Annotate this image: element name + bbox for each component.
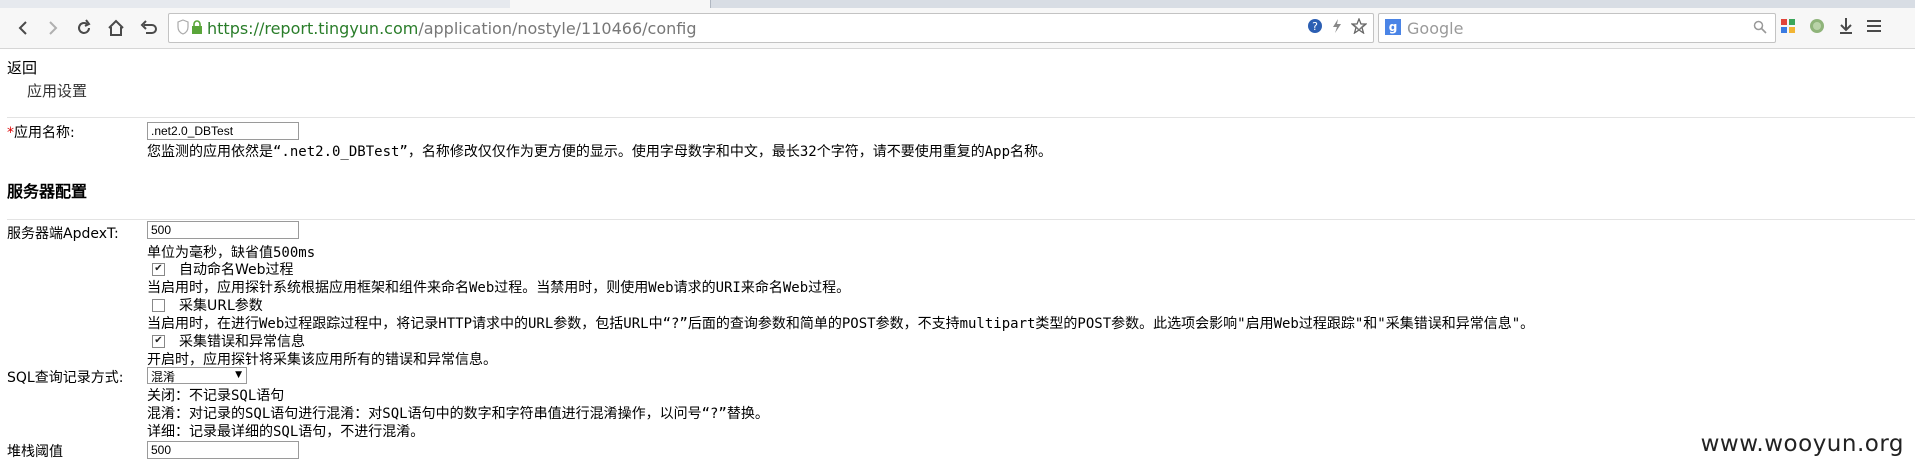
home-icon[interactable] (104, 16, 128, 40)
collect-url-help: 当启用时，在进行Web过程跟踪过程中，将记录HTTP请求中的URL参数，包括UR… (147, 316, 1535, 332)
chevron-down-icon: ▼ (235, 370, 242, 380)
sql-help-off: 关闭：不记录SQL语句 (147, 388, 285, 404)
browser-tab[interactable] (0, 0, 191, 8)
apdex-input[interactable] (147, 221, 299, 239)
search-placeholder: Google (1407, 19, 1464, 38)
apdex-label: 服务器端ApdexT: (7, 226, 119, 242)
divider (7, 219, 1915, 220)
search-bar[interactable]: g Google (1378, 13, 1776, 43)
google-icon: g (1385, 19, 1401, 35)
browser-tab-active[interactable] (510, 0, 711, 8)
app-name-help: 您监测的应用依然是“.net2.0_DBTest”，名称修改仅仅作为更方便的显示… (147, 144, 1052, 160)
back-link[interactable]: 返回 (7, 57, 37, 78)
svg-text:?: ? (1312, 20, 1318, 33)
url-text: https://report.tingyun.com/application/n… (207, 19, 697, 38)
auto-name-label: 自动命名Web过程 (179, 262, 294, 278)
shield-icon (177, 19, 189, 39)
page-title: 应用设置 (27, 82, 88, 100)
browser-tab[interactable] (190, 0, 341, 8)
download-icon[interactable] (1838, 17, 1854, 39)
search-icon[interactable] (1753, 20, 1767, 38)
collect-errors-label: 采集错误和异常信息 (179, 334, 305, 350)
auto-name-help: 当启用时，应用探针系统根据应用框架和组件来命名Web过程。当禁用时，则使用Web… (147, 280, 851, 296)
address-bar[interactable]: https://report.tingyun.com/application/n… (168, 13, 1374, 43)
navigation-bar: https://report.tingyun.com/application/n… (0, 8, 1915, 49)
browser-tab[interactable] (340, 0, 511, 8)
stack-threshold-input[interactable] (147, 441, 299, 459)
collect-url-row: 采集URL参数 (152, 295, 263, 315)
section-title-server-config: 服务器配置 (7, 182, 88, 201)
collect-url-label: 采集URL参数 (179, 298, 263, 314)
extension-circle-icon[interactable] (1808, 17, 1826, 39)
dropdown-arrow-icon[interactable] (1352, 21, 1366, 35)
watermark: www.wooyun.org (1700, 431, 1904, 457)
collect-url-checkbox[interactable] (152, 298, 165, 312)
sql-help-obfuscate: 混淆：对记录的SQL语句进行混淆：对SQL语句中的数字和字符串值进行混淆操作，以… (147, 406, 769, 422)
app-name-input[interactable] (147, 122, 299, 140)
page-content: 返回 应用设置 *应用名称: 您监测的应用依然是“.net2.0_DBTest”… (0, 49, 1915, 462)
reload-icon[interactable] (72, 16, 96, 40)
divider (7, 117, 1915, 118)
collect-errors-row: ✔ 采集错误和异常信息 (152, 331, 305, 351)
app-name-label: *应用名称: (7, 125, 75, 141)
forward-icon[interactable] (40, 16, 64, 40)
sql-help-detail: 详细：记录最详细的SQL语句，不进行混淆。 (147, 424, 425, 440)
auto-name-row: ✔ 自动命名Web过程 (152, 259, 294, 279)
sql-mode-select[interactable]: 混淆 ▼ (147, 367, 247, 384)
lock-icon (191, 20, 203, 38)
sql-mode-label: SQL查询记录方式: (7, 370, 124, 386)
undo-icon[interactable] (136, 16, 160, 40)
menu-icon[interactable] (1866, 19, 1882, 37)
collect-errors-checkbox[interactable]: ✔ (152, 334, 165, 348)
back-icon[interactable] (12, 16, 36, 40)
collect-errors-help: 开启时，应用探针将采集该应用所有的错误和异常信息。 (147, 352, 497, 368)
auto-name-checkbox[interactable]: ✔ (152, 262, 165, 276)
sql-mode-selected: 混淆 (151, 370, 176, 384)
lightning-icon[interactable] (1331, 18, 1343, 38)
required-mark: * (7, 125, 14, 141)
stack-threshold-label: 堆栈阈值 (7, 444, 63, 460)
help-icon[interactable]: ? (1307, 18, 1323, 38)
apps-grid-icon[interactable] (1780, 18, 1796, 38)
